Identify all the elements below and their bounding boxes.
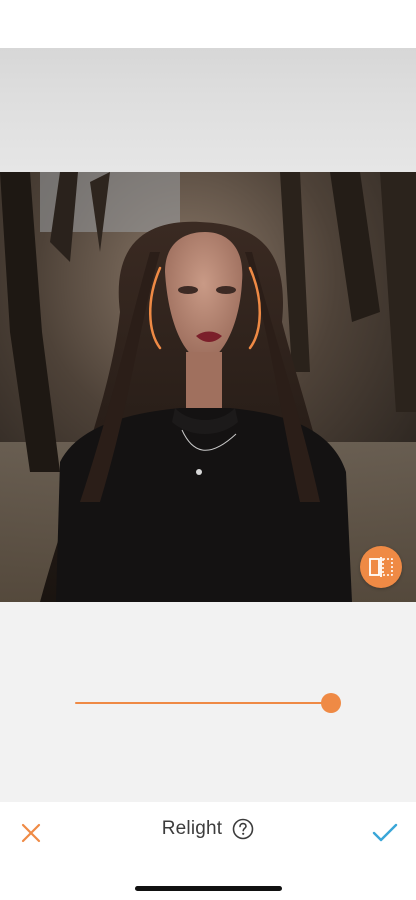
home-indicator bbox=[135, 886, 282, 891]
portrait-photo bbox=[0, 172, 416, 602]
apply-button[interactable] bbox=[368, 816, 402, 850]
help-button[interactable] bbox=[232, 818, 254, 840]
checkmark-icon bbox=[372, 823, 398, 842]
slider-thumb[interactable] bbox=[321, 693, 341, 713]
status-bar-area bbox=[0, 0, 416, 48]
compare-icon bbox=[369, 557, 393, 577]
relight-editor-screen: Relight bbox=[0, 0, 416, 900]
tool-title: Relight bbox=[161, 818, 223, 839]
intensity-slider[interactable] bbox=[75, 690, 341, 716]
photo-preview[interactable] bbox=[0, 172, 416, 602]
tool-title-group: Relight bbox=[0, 818, 416, 840]
compare-button[interactable] bbox=[360, 546, 402, 588]
photo-edge-overflow bbox=[0, 48, 416, 172]
slider-fill bbox=[75, 702, 331, 704]
bottom-toolbar: Relight bbox=[0, 802, 416, 900]
help-icon bbox=[232, 818, 254, 840]
